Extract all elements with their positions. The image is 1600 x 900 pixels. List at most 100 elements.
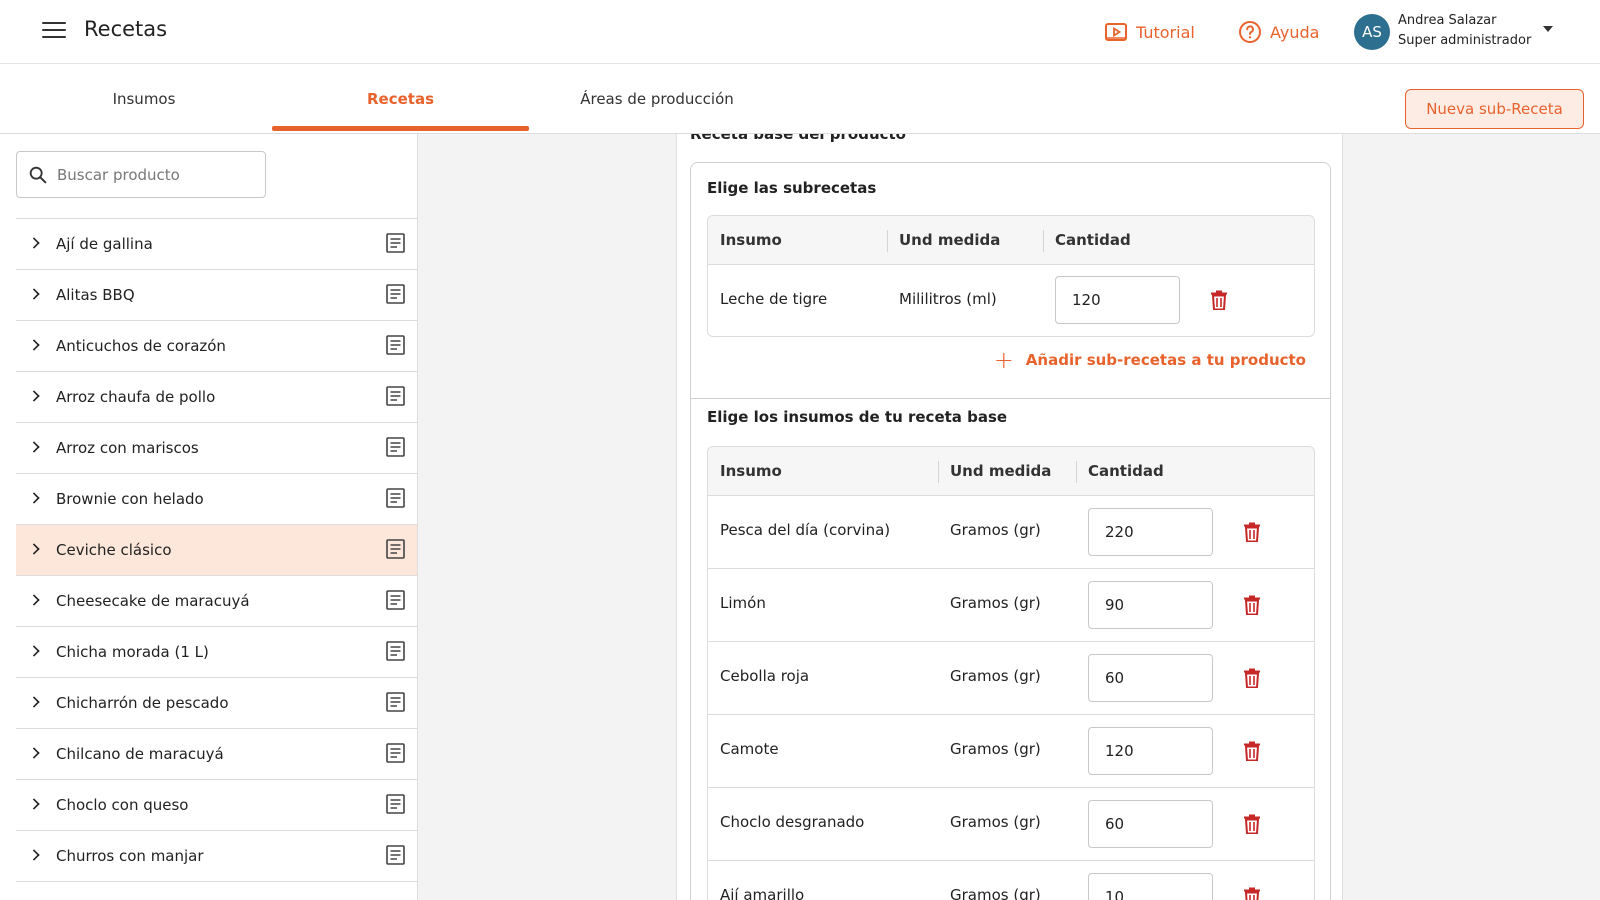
product-name: Chicha morada (1 L) — [56, 643, 209, 661]
trash-icon[interactable] — [1210, 290, 1228, 310]
section-title: Receta base del producto — [690, 134, 906, 143]
chevron-right-icon[interactable] — [28, 237, 40, 249]
user-menu-caret-icon[interactable] — [1543, 26, 1553, 32]
active-tab-indicator — [272, 126, 529, 131]
product-name: Brownie con helado — [56, 490, 204, 508]
list-item[interactable]: Cheesecake de maracuyá — [16, 576, 417, 627]
tab-insumos[interactable]: Insumos — [16, 64, 272, 134]
avatar[interactable]: AS — [1354, 14, 1390, 50]
document-icon[interactable] — [386, 335, 405, 355]
product-name: Choclo con queso — [56, 796, 189, 814]
chevron-right-icon[interactable] — [28, 543, 40, 555]
list-item[interactable]: Brownie con helado — [16, 474, 417, 525]
user-name: Andrea Salazar — [1398, 13, 1497, 28]
ingredients-title: Elige los insumos de tu receta base — [707, 408, 1008, 426]
product-name: Alitas BBQ — [56, 286, 135, 304]
chevron-right-icon[interactable] — [28, 288, 40, 300]
quantity-input[interactable] — [1088, 727, 1213, 775]
tab-recetas[interactable]: Recetas — [272, 64, 529, 134]
list-item-selected[interactable]: Ceviche clásico — [16, 525, 417, 576]
list-item[interactable]: Ají de gallina — [16, 219, 417, 270]
quantity-input[interactable] — [1088, 581, 1213, 629]
document-icon[interactable] — [386, 845, 405, 865]
document-icon[interactable] — [386, 794, 405, 814]
product-name: Ají de gallina — [56, 235, 153, 253]
product-name: Chilcano de maracuyá — [56, 745, 224, 763]
tabs-bar: Insumos Recetas Áreas de producción — [0, 64, 1600, 134]
add-subrecipe-label: Añadir sub-recetas a tu producto — [1025, 351, 1306, 369]
quantity-input[interactable] — [1088, 800, 1213, 848]
unit-cell: Gramos (gr) — [950, 594, 1041, 612]
chevron-right-icon[interactable] — [28, 798, 40, 810]
document-icon[interactable] — [386, 437, 405, 457]
chevron-right-icon[interactable] — [28, 390, 40, 402]
tutorial-link[interactable]: Tutorial — [1104, 20, 1195, 44]
chevron-right-icon[interactable] — [28, 492, 40, 504]
quantity-input[interactable] — [1088, 873, 1213, 900]
document-icon[interactable] — [386, 284, 405, 304]
chevron-right-icon[interactable] — [28, 339, 40, 351]
unit-cell: Gramos (gr) — [950, 813, 1041, 831]
chevron-right-icon[interactable] — [28, 849, 40, 861]
trash-icon[interactable] — [1243, 814, 1261, 834]
trash-icon[interactable] — [1243, 887, 1261, 900]
list-item[interactable]: Arroz con mariscos — [16, 423, 417, 474]
unit-cell: Mililitros (ml) — [899, 290, 997, 308]
search-box[interactable] — [16, 151, 266, 198]
chevron-right-icon[interactable] — [28, 441, 40, 453]
table-row: Pesca del día (corvina) Gramos (gr) — [708, 496, 1314, 569]
list-item[interactable]: Churros con manjar — [16, 831, 417, 882]
column-header: Und medida — [899, 231, 1001, 249]
search-icon — [29, 166, 47, 183]
document-icon[interactable] — [386, 590, 405, 610]
list-item[interactable]: Chilcano de maracuyá — [16, 729, 417, 780]
new-subrecipe-button[interactable]: Nueva sub-Receta — [1405, 89, 1584, 129]
product-name: Ceviche clásico — [56, 541, 172, 559]
search-input[interactable] — [57, 165, 247, 184]
add-subrecipe-link[interactable]: + Añadir sub-recetas a tu producto — [994, 348, 1306, 372]
unit-cell: Gramos (gr) — [950, 740, 1041, 758]
column-divider — [887, 230, 888, 252]
trash-icon[interactable] — [1243, 595, 1261, 615]
quantity-input[interactable] — [1055, 276, 1180, 324]
quantity-input[interactable] — [1088, 508, 1213, 556]
recipe-editor: Receta base del producto Elige las subre… — [676, 134, 1343, 900]
product-name: Arroz chaufa de pollo — [56, 388, 216, 406]
help-label: Ayuda — [1270, 22, 1320, 42]
list-item[interactable]: Anticuchos de corazón — [16, 321, 417, 372]
table-row: Choclo desgranado Gramos (gr) — [708, 788, 1314, 861]
document-icon[interactable] — [386, 539, 405, 559]
tab-areas-produccion[interactable]: Áreas de producción — [529, 64, 785, 134]
product-name: Chicharrón de pescado — [56, 694, 229, 712]
chevron-right-icon[interactable] — [28, 696, 40, 708]
list-item[interactable]: Arroz chaufa de pollo — [16, 372, 417, 423]
help-icon — [1239, 21, 1261, 43]
menu-icon[interactable] — [42, 22, 66, 42]
list-item[interactable]: Chicharrón de pescado — [16, 678, 417, 729]
document-icon[interactable] — [386, 743, 405, 763]
chevron-right-icon[interactable] — [28, 645, 40, 657]
trash-icon[interactable] — [1243, 741, 1261, 761]
list-item[interactable]: Alitas BBQ — [16, 270, 417, 321]
recipe-box: Elige las subrecetas Insumo Und medida C… — [690, 162, 1331, 900]
insumo-cell: Pesca del día (corvina) — [720, 521, 891, 539]
insumo-cell: Camote — [720, 740, 779, 758]
document-icon[interactable] — [386, 386, 405, 406]
insumo-cell: Leche de tigre — [720, 290, 828, 308]
table-header: Insumo Und medida Cantidad — [708, 447, 1314, 496]
document-icon[interactable] — [386, 233, 405, 253]
unit-cell: Gramos (gr) — [950, 521, 1041, 539]
chevron-right-icon[interactable] — [28, 747, 40, 759]
document-icon[interactable] — [386, 488, 405, 508]
video-icon — [1105, 23, 1127, 41]
chevron-right-icon[interactable] — [28, 594, 40, 606]
trash-icon[interactable] — [1243, 522, 1261, 542]
document-icon[interactable] — [386, 692, 405, 712]
quantity-input[interactable] — [1088, 654, 1213, 702]
document-icon[interactable] — [386, 641, 405, 661]
trash-icon[interactable] — [1243, 668, 1261, 688]
list-item[interactable]: Choclo con queso — [16, 780, 417, 831]
help-link[interactable]: Ayuda — [1238, 20, 1319, 44]
list-item[interactable]: Chicha morada (1 L) — [16, 627, 417, 678]
user-role: Super administrador — [1398, 33, 1532, 48]
